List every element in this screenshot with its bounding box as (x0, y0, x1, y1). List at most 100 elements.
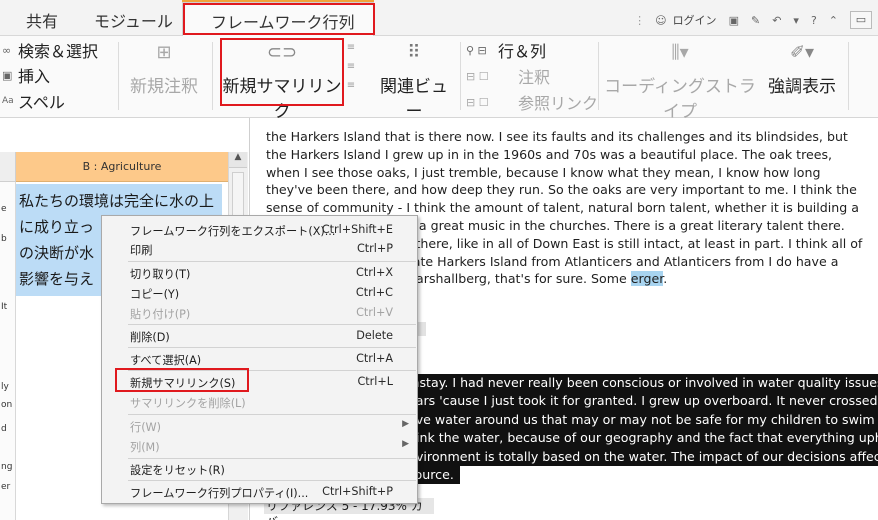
tab-framework-matrix[interactable]: フレームワーク行列 (182, 2, 374, 36)
cell-text-line: 私たちの環境は完全に水の上 (19, 192, 215, 210)
coded-line: hink the water, because of our geography… (406, 429, 878, 448)
new-summary-link-button[interactable]: ⊂⊃ 新規サマリリンク (222, 42, 342, 122)
row-header-strip: e b It ly on d ng er (0, 182, 16, 520)
undo-icon[interactable]: ↶ (772, 14, 781, 27)
menu-item-shortcut: Ctrl+L (357, 375, 393, 388)
coded-line: instay. I had never really been consciou… (406, 374, 878, 393)
highlight-button[interactable]: ✐▾ 強調表示 (760, 42, 844, 97)
row-label: e (1, 204, 7, 214)
menu-item-shortcut: Ctrl+Shift+P (322, 485, 393, 498)
save-icon[interactable]: ▣ (729, 14, 739, 27)
menu-item-shortcut: Ctrl+A (356, 352, 393, 365)
top-right-toolbar: ⋮ ☺ ログイン ▣ ✎ ↶ ▾ ? ⌃ ▭ (634, 10, 878, 30)
tab-bar: 共有 モジュール フレームワーク行列 ⋮ ☺ ログイン ▣ ✎ ↶ ▾ ? ⌃ … (0, 0, 878, 36)
menu-item-reset-settings[interactable]: 設定をリセット(R) (102, 459, 417, 479)
menu-item-paste[interactable]: 貼り付け(P) Ctrl+V (102, 303, 417, 323)
menu-item-label: 列(M) (130, 441, 160, 454)
see-also-label: 参照リンク (518, 94, 599, 113)
menu-item-delete-summary-link[interactable]: サマリリンクを削除(L) (102, 392, 417, 412)
ribbon-separator (848, 42, 849, 110)
menu-separator (128, 261, 416, 262)
tab-modules[interactable]: モジュール (94, 8, 173, 32)
coded-text-block[interactable]: instay. I had never really been consciou… (406, 374, 878, 485)
row-label: It (1, 302, 8, 312)
user-icon: ☺ (655, 13, 667, 27)
help-icon[interactable]: ? (811, 14, 817, 27)
login-link[interactable]: ログイン (673, 12, 717, 28)
menu-item-label: 印刷 (130, 244, 153, 257)
menu-item-label: 切り取り(T) (130, 268, 191, 281)
menu-item-properties[interactable]: フレームワーク行列プロパティ(I)... Ctrl+Shift+P (102, 482, 417, 502)
menu-item-label: フレームワーク行列をエクスポート(X)... (130, 225, 336, 238)
rows-cols-icon: ⚲ ⊟ (466, 43, 487, 57)
menu-item-shortcut: Ctrl+Shift+E (321, 223, 393, 236)
menu-item-delete[interactable]: 削除(D) Delete (102, 326, 417, 346)
coded-line: nvironment is totally based on the water… (406, 447, 878, 467)
menu-item-column[interactable]: 列(M) ▶ (102, 436, 417, 456)
coding-stripes-icon: ⫼▾ (671, 42, 689, 63)
menu-item-new-summary-link[interactable]: 新規サマリリンク(S) Ctrl+L (102, 372, 417, 392)
message-icon[interactable]: ▭ (850, 11, 872, 29)
annotation-button[interactable]: ⊟ ☐ 注釈 (466, 64, 550, 88)
menu-item-select-all[interactable]: すべて選択(A) Ctrl+A (102, 349, 417, 369)
column-header-agriculture[interactable]: B : Agriculture (16, 152, 228, 182)
tab-share[interactable]: 共有 (26, 8, 58, 32)
see-also-icon: ⊟ ☐ (466, 95, 489, 109)
new-memo-button[interactable]: ⊞ 新規注釈 (124, 42, 204, 97)
cell-text-line: の決断が水 (19, 244, 95, 262)
minimize-ribbon-icon[interactable]: ⌃ (829, 14, 838, 27)
menu-item-cut[interactable]: 切り取り(T) Ctrl+X (102, 263, 417, 283)
link-icon: ⊂⊃ (266, 42, 298, 63)
summary-link-options[interactable]: ≡ ≡ ≡ (344, 42, 358, 91)
drag-dots-icon: ⋮ (634, 13, 646, 27)
row-label: b (1, 234, 7, 244)
submenu-arrow-icon: ▶ (402, 439, 409, 449)
spell-label: スペル (18, 93, 65, 112)
menu-item-export[interactable]: フレームワーク行列をエクスポート(X)... Ctrl+Shift+E (102, 220, 417, 240)
spell-icon: Aa (2, 96, 14, 106)
menu-separator (128, 347, 416, 348)
rows-cols-button[interactable]: ⚲ ⊟ 行＆列 (466, 38, 546, 62)
coding-stripes-button[interactable]: ⫼▾ コーディングストライプ (604, 42, 756, 122)
search-select-button[interactable]: ∞ 検索＆選択 (2, 38, 98, 62)
menu-item-print[interactable]: 印刷 Ctrl+P (102, 239, 417, 259)
search-select-label: 検索＆選択 (18, 42, 99, 61)
menu-item-copy[interactable]: コピー(Y) Ctrl+C (102, 283, 417, 303)
scroll-up-icon[interactable]: ▲ (229, 152, 247, 168)
edit-icon[interactable]: ✎ (751, 14, 760, 27)
list-icon: ≡ (346, 61, 356, 72)
ribbon-separator (212, 42, 213, 110)
menu-item-label: 設定をリセット(R) (130, 464, 225, 477)
row-label: on (1, 400, 13, 410)
highlighted-word: erger (630, 271, 664, 287)
new-summary-link-label: 新規サマリリンク (222, 77, 342, 122)
menu-item-label: 貼り付け(P) (130, 308, 191, 321)
menu-item-label: 行(W) (130, 421, 161, 434)
row-label: er (1, 482, 11, 492)
menu-item-label: すべて選択(A) (130, 354, 202, 367)
highlight-label: 強調表示 (768, 77, 836, 97)
menu-separator (128, 414, 416, 415)
spell-button[interactable]: Aa スペル (2, 89, 65, 113)
cell-text-line: に成り立っ (19, 218, 95, 236)
menu-item-row[interactable]: 行(W) ▶ (102, 416, 417, 436)
binoculars-icon: ∞ (2, 43, 12, 57)
menu-separator (128, 480, 416, 481)
list-icon: ≡ (346, 80, 356, 91)
ribbon-separator (460, 42, 461, 110)
related-view-button[interactable]: ⠿ 関連ビュー (372, 42, 456, 122)
menu-item-label: サマリリンクを削除(L) (130, 397, 246, 410)
menu-item-label: フレームワーク行列プロパティ(I)... (130, 487, 309, 500)
annotation-label: 注釈 (518, 68, 551, 87)
dropdown-icon[interactable]: ▾ (793, 14, 799, 27)
insert-icon: ▣ (2, 68, 13, 82)
row-label: ly (1, 382, 9, 392)
see-also-button[interactable]: ⊟ ☐ 参照リンク (466, 90, 598, 114)
row-label: ng (1, 462, 13, 472)
grid-icon: ⠿ (407, 42, 421, 63)
insert-button[interactable]: ▣ 挿入 (2, 63, 50, 87)
rows-cols-label: 行＆列 (498, 42, 547, 61)
menu-item-shortcut: Delete (356, 329, 393, 342)
insert-label: 挿入 (18, 67, 51, 86)
menu-item-shortcut: Ctrl+P (356, 242, 393, 255)
